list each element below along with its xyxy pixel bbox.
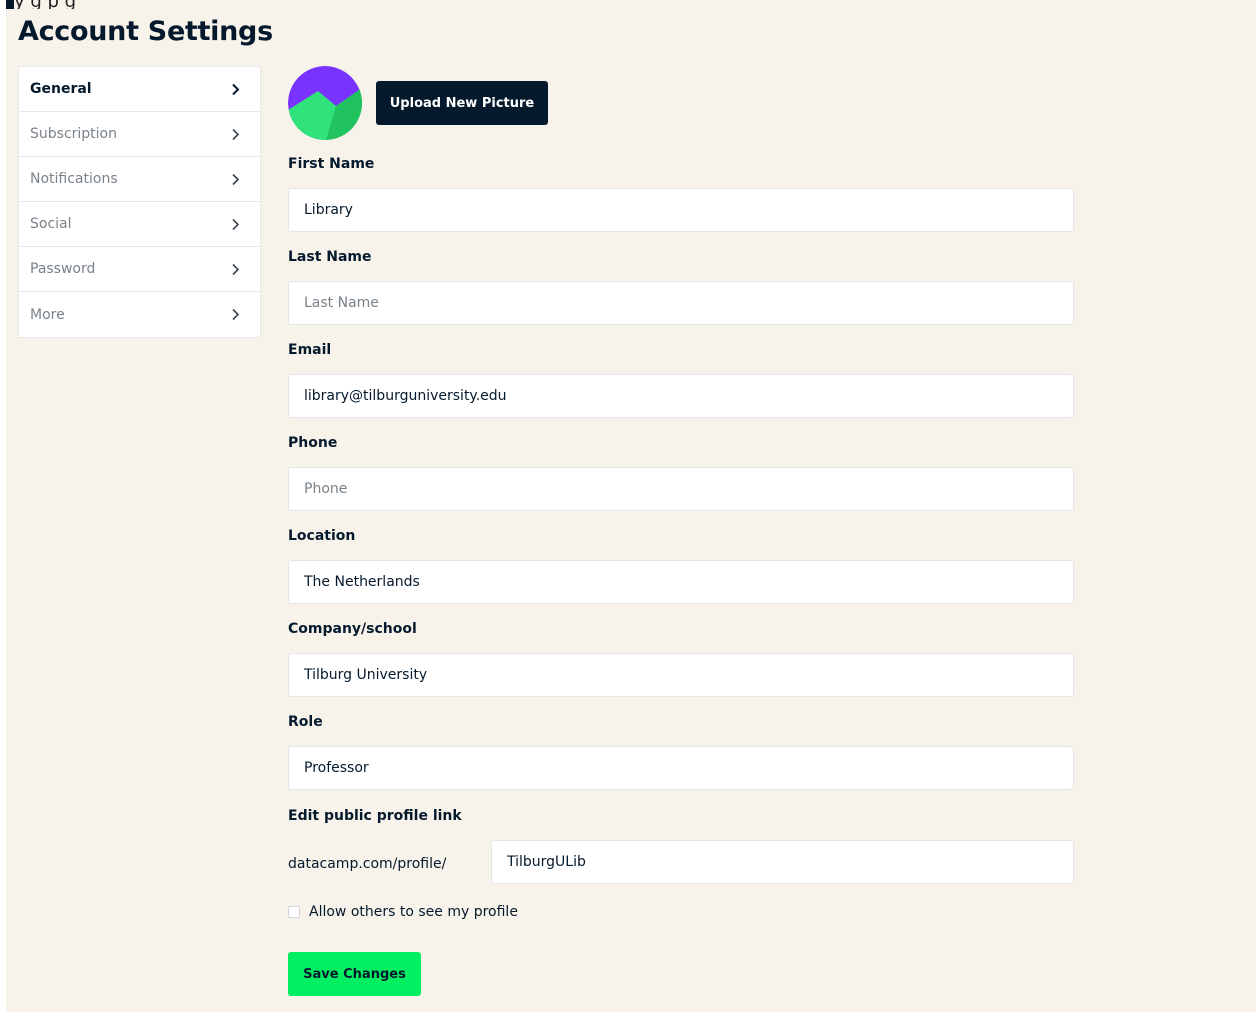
sidebar-item-label: Subscription (30, 126, 117, 142)
last-name-label: Last Name (288, 249, 372, 265)
profile-link-prefix: datacamp.com/profile/ (288, 856, 447, 872)
sidebar-item-social[interactable]: Social (19, 202, 260, 247)
chevron-right-icon (228, 308, 242, 322)
sidebar-item-label: More (30, 306, 65, 323)
sidebar-item-label: Password (30, 261, 96, 277)
chevron-right-icon (228, 82, 242, 96)
sidebar-item-general[interactable]: General (19, 67, 260, 112)
email-label: Email (288, 342, 332, 358)
location-field[interactable] (288, 560, 1074, 604)
phone-field[interactable] (288, 467, 1074, 511)
email-field[interactable] (288, 374, 1074, 418)
sidebar-item-label: General (30, 81, 92, 97)
phone-label: Phone (288, 435, 338, 451)
sidebar-item-label: Social (30, 216, 72, 232)
first-name-field[interactable] (288, 188, 1074, 232)
profile-link-label: Edit public profile link (288, 808, 462, 824)
upload-picture-button[interactable]: Upload New Picture (376, 81, 548, 125)
chevron-right-icon (228, 172, 242, 186)
page-title: Account Settings (18, 16, 273, 47)
save-changes-button[interactable]: Save Changes (288, 952, 421, 996)
role-label: Role (288, 714, 323, 730)
allow-profile-label[interactable]: Allow others to see my profile (309, 904, 518, 920)
sidebar-item-password[interactable]: Password (19, 247, 260, 292)
first-name-label: First Name (288, 156, 375, 172)
avatar (288, 66, 362, 140)
company-field[interactable] (288, 653, 1074, 697)
sidebar-item-more[interactable]: More (19, 292, 260, 337)
sidebar-item-subscription[interactable]: Subscription (19, 112, 260, 157)
profile-link-field[interactable] (491, 840, 1074, 884)
sidebar-item-notifications[interactable]: Notifications (19, 157, 260, 202)
role-field[interactable] (288, 746, 1074, 790)
last-name-field[interactable] (288, 281, 1074, 325)
chevron-right-icon (228, 262, 242, 276)
settings-sidebar: General Subscription Notifications Socia… (18, 66, 261, 338)
chevron-right-icon (228, 127, 242, 141)
allow-profile-row: Allow others to see my profile (288, 904, 518, 920)
allow-profile-checkbox[interactable] (288, 906, 300, 918)
company-label: Company/school (288, 621, 417, 637)
location-label: Location (288, 528, 356, 544)
top-cropped-line: y g p g (14, 0, 76, 9)
top-cropped-text: y g p g (6, 0, 706, 9)
sidebar-item-label: Notifications (30, 171, 118, 187)
top-highlight (6, 0, 14, 9)
settings-page: y g p g Account Settings General Subscri… (6, 0, 1256, 1012)
chevron-right-icon (228, 217, 242, 231)
